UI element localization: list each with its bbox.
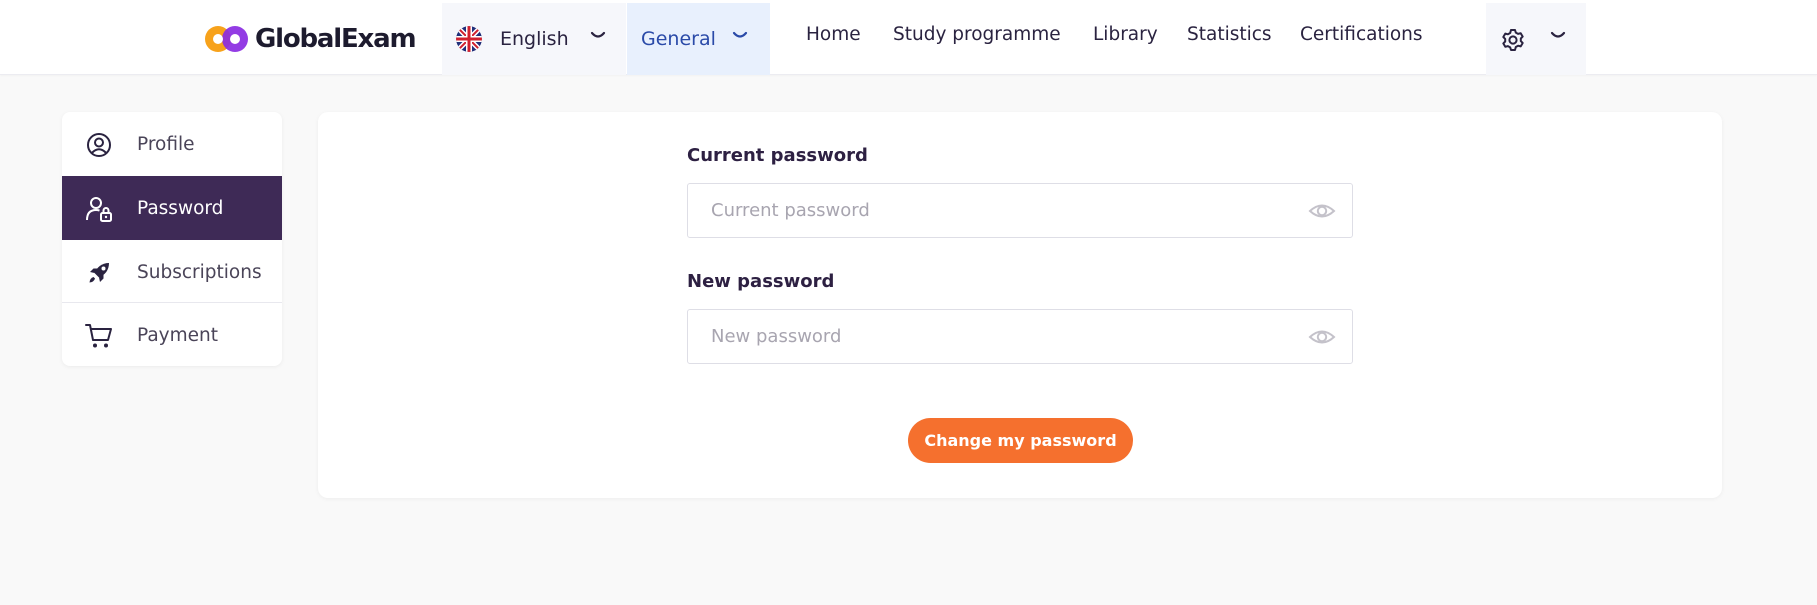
new-password-label: New password — [687, 271, 835, 292]
brand-name: GlobalExam — [255, 24, 417, 54]
sidebar-item-subscriptions[interactable]: Subscriptions — [62, 240, 282, 304]
brand-logo[interactable]: GlobalExam — [203, 20, 417, 58]
cart-icon — [85, 324, 112, 348]
nav-link-home[interactable]: Home — [806, 24, 861, 45]
current-password-label: Current password — [687, 145, 868, 166]
user-circle-icon — [87, 133, 111, 157]
new-password-input[interactable] — [688, 310, 1288, 363]
sidebar-item-label: Profile — [137, 133, 195, 155]
sidebar-item-label: Subscriptions — [137, 261, 262, 283]
nav-link-statistics[interactable]: Statistics — [1187, 24, 1272, 45]
settings-menu-button[interactable] — [1486, 3, 1586, 75]
language-selector[interactable]: English — [442, 3, 626, 75]
nav-link-study-programme[interactable]: Study programme — [893, 24, 1061, 45]
sidebar-item-password[interactable]: Password — [62, 176, 282, 240]
sidebar-item-label: Payment — [137, 324, 218, 346]
rocket-icon — [89, 263, 109, 283]
category-label: General — [641, 28, 716, 50]
nav-link-certifications[interactable]: Certifications — [1300, 24, 1423, 45]
language-label: English — [500, 28, 569, 50]
chevron-down-icon — [732, 31, 748, 38]
globalexam-logo-icon — [205, 26, 248, 52]
account-sidebar: Profile Password Subscriptions Payment — [62, 112, 282, 366]
top-navbar: GlobalExam English General Home Study pr… — [0, 0, 1817, 75]
chevron-down-icon — [1550, 31, 1566, 38]
nav-link-library[interactable]: Library — [1093, 24, 1158, 45]
eye-icon[interactable] — [1308, 199, 1336, 223]
eye-icon[interactable] — [1308, 325, 1336, 349]
change-password-button[interactable]: Change my password — [908, 418, 1133, 463]
new-password-field — [687, 309, 1353, 364]
gear-icon — [1502, 29, 1524, 51]
current-password-field — [687, 183, 1353, 238]
sidebar-item-payment[interactable]: Payment — [62, 303, 282, 366]
chevron-down-icon — [590, 31, 606, 38]
category-selector[interactable]: General — [627, 3, 770, 75]
uk-flag-icon — [456, 26, 482, 52]
user-lock-icon — [86, 197, 112, 222]
sidebar-item-label: Password — [137, 197, 224, 219]
current-password-input[interactable] — [688, 184, 1288, 237]
sidebar-item-profile[interactable]: Profile — [62, 112, 282, 176]
